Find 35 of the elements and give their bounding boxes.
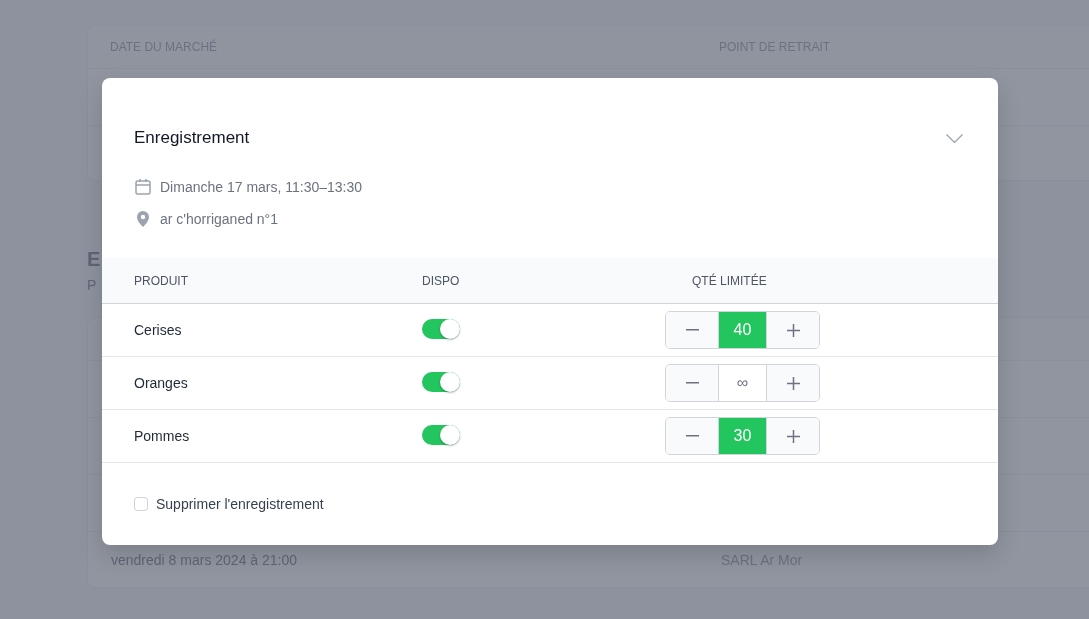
quantity-stepper[interactable]: 30 [665, 417, 820, 455]
checkbox-label: Supprimer l'enregistrement [156, 496, 324, 512]
quantity-stepper[interactable]: ∞ [665, 364, 820, 402]
availability-toggle[interactable] [422, 318, 460, 339]
quantity-value: 40 [718, 312, 767, 348]
decrement-button[interactable] [666, 365, 718, 401]
plus-icon [786, 376, 800, 390]
quantity-stepper[interactable]: 40 [665, 311, 820, 349]
product-name: Oranges [133, 375, 189, 391]
market-date: Dimanche 17 mars, 11:30–13:30 [160, 179, 363, 195]
increment-button[interactable] [767, 418, 819, 454]
minus-icon [685, 329, 699, 331]
decrement-button[interactable] [666, 312, 718, 348]
pickup-location: ar c'horriganed n°1 [160, 211, 278, 227]
checkbox[interactable] [134, 497, 148, 511]
plus-icon [786, 323, 800, 337]
increment-button[interactable] [767, 312, 819, 348]
column-header: DISPO [422, 273, 461, 288]
column-header: QTÉ LIMITÉE [692, 273, 767, 288]
availability-toggle[interactable] [422, 371, 460, 392]
decrement-button[interactable] [666, 418, 718, 454]
availability-toggle[interactable] [422, 424, 460, 445]
minus-icon [685, 435, 699, 437]
minus-icon [685, 382, 699, 384]
modal-title: Enregistrement [134, 128, 250, 148]
quantity-value: 30 [718, 418, 767, 454]
quantity-value: ∞ [718, 365, 767, 401]
product-name: Pommes [133, 428, 191, 444]
product-name: Cerises [133, 322, 183, 338]
location-pin-icon [134, 210, 152, 228]
plus-icon [786, 429, 800, 443]
column-header: PRODUIT [134, 273, 189, 288]
increment-button[interactable] [767, 365, 819, 401]
calendar-icon [134, 178, 152, 196]
chevron-icon[interactable] [946, 133, 963, 143]
